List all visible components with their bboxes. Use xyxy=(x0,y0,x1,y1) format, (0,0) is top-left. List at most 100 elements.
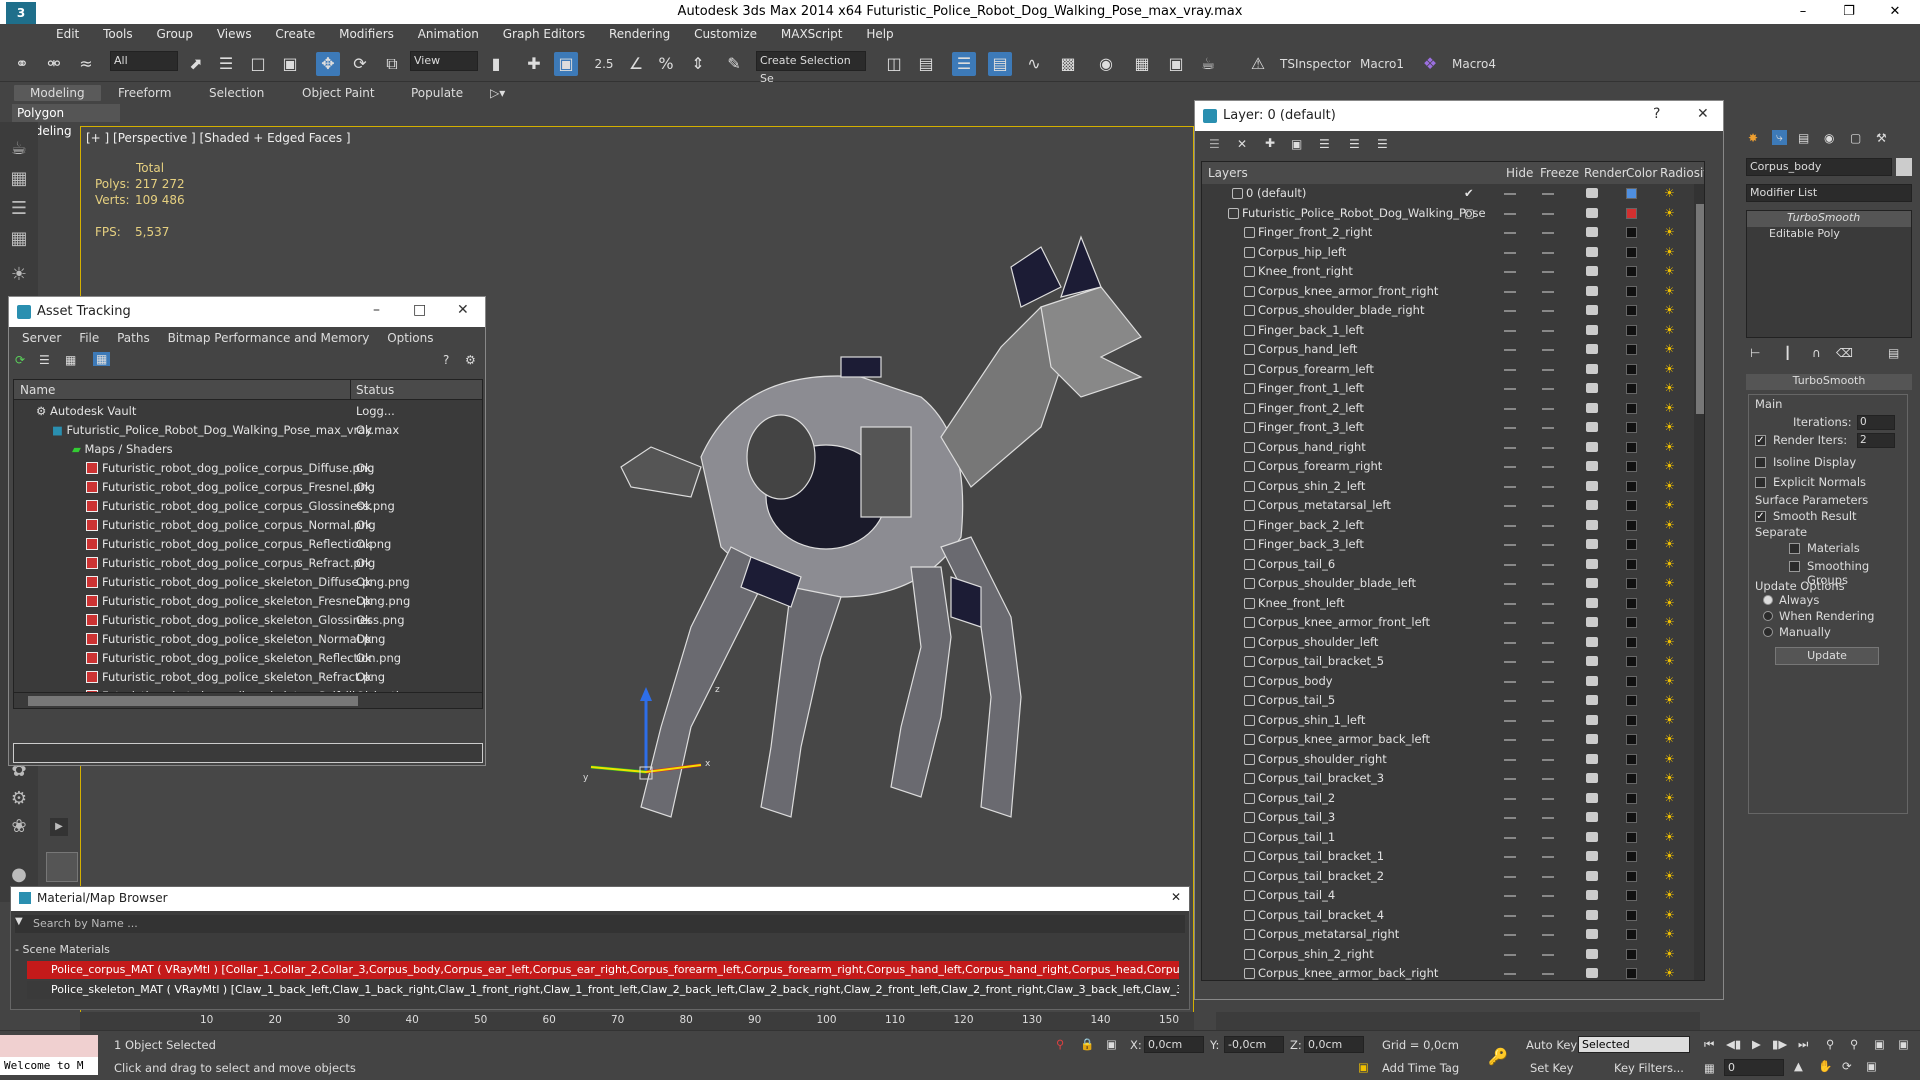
track-bar-extension[interactable] xyxy=(1216,1012,1700,1030)
radiosity-icon[interactable]: ☀ xyxy=(1664,343,1678,355)
radiosity-icon[interactable]: ☀ xyxy=(1664,460,1678,472)
hide-toggle[interactable] xyxy=(1504,758,1516,761)
material-row-skeleton[interactable]: Police_skeleton_MAT ( VRayMtl ) [Claw_1_… xyxy=(27,981,1179,999)
hide-toggle[interactable] xyxy=(1504,193,1516,195)
asset-row[interactable]: Futuristic_robot_dog_police_corpus_Refle… xyxy=(14,535,482,554)
color-swatch[interactable] xyxy=(1626,695,1637,706)
render-teapot-icon[interactable] xyxy=(1586,422,1598,432)
hide-toggle[interactable] xyxy=(1504,700,1516,702)
color-swatch[interactable] xyxy=(1626,324,1637,336)
render-teapot-icon[interactable] xyxy=(1586,266,1598,276)
color-swatch[interactable] xyxy=(1626,188,1637,199)
freeze-toggle[interactable] xyxy=(1542,446,1554,449)
render-teapot-icon[interactable] xyxy=(1586,617,1598,627)
object-row[interactable]: Corpus_forearm_left ☀ xyxy=(1202,360,1697,379)
render-teapot-icon[interactable] xyxy=(1586,948,1598,959)
object-row[interactable]: Corpus_knee_armor_front_left ☀ xyxy=(1202,613,1697,632)
color-swatch[interactable] xyxy=(1626,675,1637,687)
spinner-snap-icon[interactable]: ⇕ xyxy=(686,52,710,76)
asset-row[interactable]: ⚙ Autodesk Vault Logg... xyxy=(14,402,482,421)
render-teapot-icon[interactable] xyxy=(1586,812,1598,822)
play-icon[interactable]: ▶ xyxy=(1752,1037,1761,1051)
sphere-icon[interactable]: ● xyxy=(6,862,32,888)
object-row[interactable]: Knee_front_left ☀ xyxy=(1202,594,1697,613)
radiosity-icon[interactable]: ☀ xyxy=(1664,870,1678,882)
color-swatch[interactable] xyxy=(1626,344,1637,355)
object-row[interactable]: Corpus_shin_1_left ☀ xyxy=(1202,711,1697,730)
object-row[interactable]: Corpus_tail_bracket_4 ☀ xyxy=(1202,906,1697,925)
list-icon[interactable]: ☰ xyxy=(6,196,32,222)
radiosity-icon[interactable]: ☀ xyxy=(1664,616,1678,628)
object-row[interactable]: Corpus_tail_4 ☀ xyxy=(1202,886,1697,905)
stack-editable-poly[interactable]: Editable Poly xyxy=(1747,227,1911,243)
freeze-toggle[interactable] xyxy=(1542,232,1554,234)
hide-toggle[interactable] xyxy=(1504,563,1516,566)
radiosity-icon[interactable]: ☀ xyxy=(1664,577,1678,589)
radiosity-icon[interactable]: ☀ xyxy=(1664,714,1678,726)
render-teapot-icon[interactable] xyxy=(1586,441,1598,452)
object-row[interactable]: Corpus_hand_left ☀ xyxy=(1202,340,1697,359)
snap-toggle[interactable]: 2.5 xyxy=(592,52,616,76)
render-production-icon[interactable]: ☕ xyxy=(1196,52,1220,76)
freeze-toggle[interactable] xyxy=(1542,875,1554,878)
add-time-tag[interactable]: Add Time Tag xyxy=(1382,1061,1459,1075)
viewport-label[interactable]: [+ ] [Perspective ] [Shaded + Edged Face… xyxy=(86,131,351,145)
modify-tab-icon[interactable]: ⤷ xyxy=(1772,130,1787,145)
col-color[interactable]: Color xyxy=(1626,166,1657,180)
object-row[interactable]: Corpus_forearm_right ☀ xyxy=(1202,457,1697,476)
color-swatch[interactable] xyxy=(1626,968,1637,979)
freeze-toggle[interactable] xyxy=(1542,817,1554,819)
make-unique-icon[interactable]: ∩ xyxy=(1812,346,1821,360)
color-swatch[interactable] xyxy=(1626,890,1637,901)
object-row[interactable]: Corpus_shin_2_left ☀ xyxy=(1202,477,1697,496)
macro1-button[interactable]: Macro1 xyxy=(1360,57,1404,71)
hide-toggle[interactable] xyxy=(1504,914,1516,917)
freeze-toggle[interactable] xyxy=(1542,602,1554,605)
col-render[interactable]: Render xyxy=(1584,166,1627,180)
menu-group[interactable]: Group xyxy=(146,24,203,44)
hide-toggle[interactable] xyxy=(1504,427,1516,429)
freeze-toggle[interactable] xyxy=(1542,524,1554,527)
menu-tools[interactable]: Tools xyxy=(93,24,143,44)
hide-toggle[interactable] xyxy=(1504,251,1516,254)
hide-toggle[interactable] xyxy=(1504,622,1516,624)
object-row[interactable]: Finger_back_2_left ☀ xyxy=(1202,516,1697,535)
asset-row[interactable]: Futuristic_robot_dog_police_corpus_Gloss… xyxy=(14,497,482,516)
render-teapot-icon[interactable] xyxy=(1586,558,1598,569)
tab-object-paint[interactable]: Object Paint xyxy=(302,86,375,100)
hide-toggle[interactable] xyxy=(1504,349,1516,351)
radiosity-icon[interactable]: ☀ xyxy=(1664,265,1678,277)
object-name-field[interactable]: Corpus_body xyxy=(1746,158,1892,176)
freeze-toggle[interactable] xyxy=(1542,895,1554,897)
tab-freeform[interactable]: Freeform xyxy=(118,86,171,100)
object-row[interactable]: Corpus_tail_1 ☀ xyxy=(1202,828,1697,847)
color-swatch[interactable] xyxy=(1626,519,1637,531)
radiosity-icon[interactable]: ☀ xyxy=(1664,324,1678,336)
hide-toggle[interactable] xyxy=(1504,778,1516,780)
asset-row[interactable]: Futuristic_robot_dog_police_corpus_Norma… xyxy=(14,516,482,535)
color-swatch[interactable] xyxy=(1626,636,1637,648)
select-manipulate-icon[interactable]: ✚ xyxy=(522,52,546,76)
new-layer-icon[interactable]: ✚ xyxy=(1265,136,1275,150)
z-coord-field[interactable]: 0,0cm xyxy=(1304,1036,1364,1053)
hide-toggle[interactable] xyxy=(1504,797,1516,800)
freeze-toggle[interactable] xyxy=(1542,544,1554,546)
macro4-icon[interactable]: ❖ xyxy=(1418,52,1442,76)
freeze-toggle[interactable] xyxy=(1542,466,1554,468)
render-teapot-icon[interactable] xyxy=(1586,363,1598,374)
color-swatch[interactable] xyxy=(1626,227,1637,238)
hide-toggle[interactable] xyxy=(1504,310,1516,312)
hide-toggle[interactable] xyxy=(1504,544,1516,546)
object-row[interactable]: Corpus_metatarsal_right ☀ xyxy=(1202,925,1697,944)
menu-help[interactable]: Help xyxy=(856,24,903,44)
render-teapot-icon[interactable] xyxy=(1586,870,1598,881)
radiosity-icon[interactable]: ☀ xyxy=(1664,304,1678,316)
set-key-button[interactable]: Set Key xyxy=(1530,1061,1573,1075)
hide-toggle[interactable] xyxy=(1504,817,1516,819)
smoothing-groups-checkbox[interactable] xyxy=(1789,561,1800,572)
radiosity-icon[interactable]: ☀ xyxy=(1664,772,1678,784)
hide-toggle[interactable] xyxy=(1504,856,1516,858)
freeze-toggle[interactable] xyxy=(1542,856,1554,858)
freeze-toggle[interactable] xyxy=(1542,368,1554,371)
object-color-swatch[interactable] xyxy=(1896,158,1912,176)
